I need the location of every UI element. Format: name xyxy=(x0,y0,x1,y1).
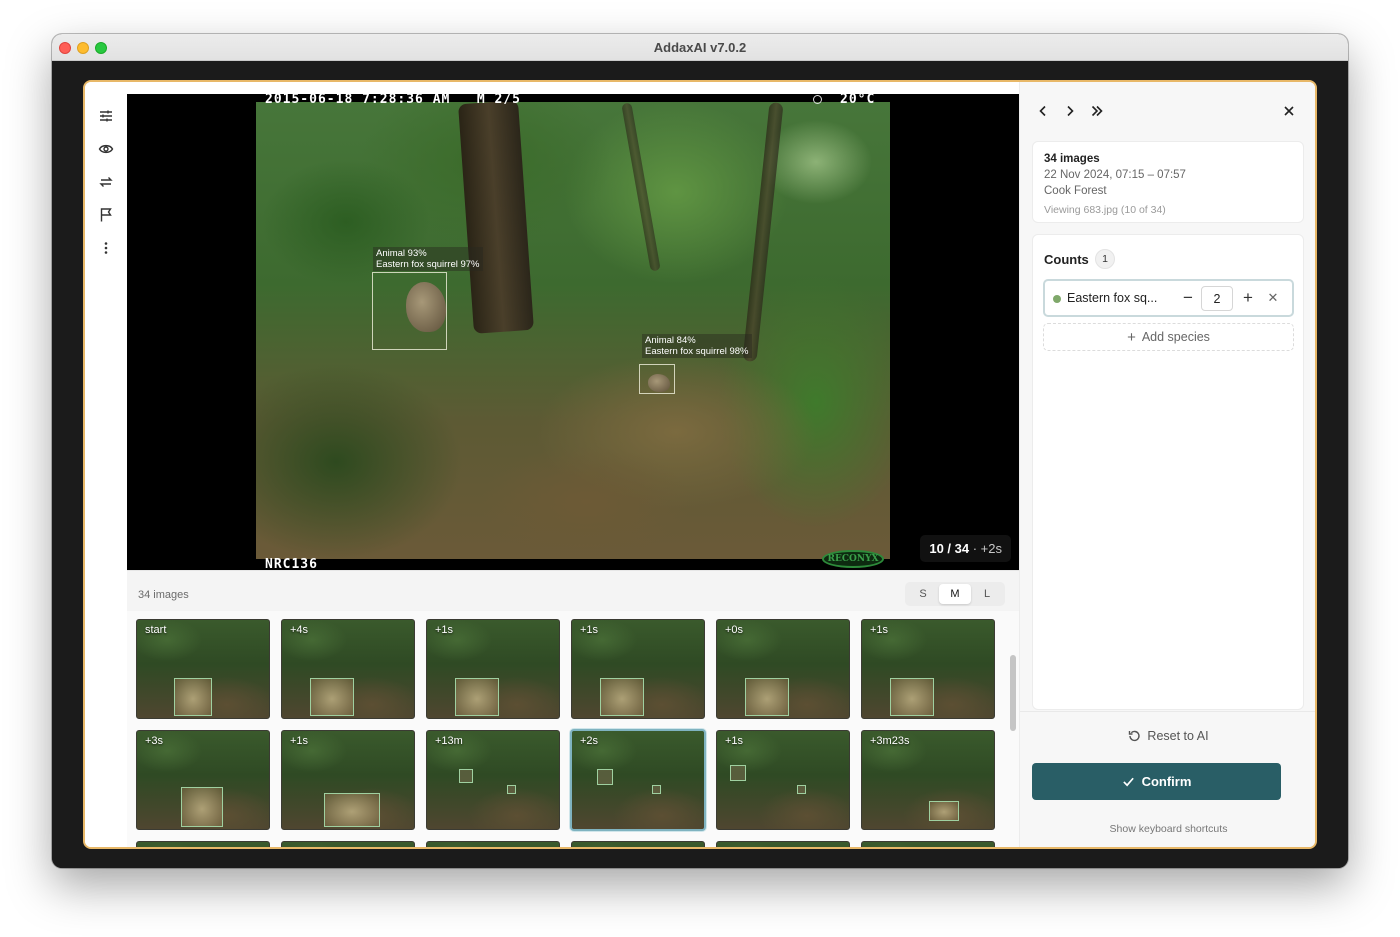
image-position: 10 / 34 xyxy=(929,541,970,556)
thumbnail[interactable]: +1s xyxy=(426,619,560,719)
flag-button[interactable] xyxy=(96,205,116,225)
size-large-button[interactable]: L xyxy=(971,584,1003,604)
window-title: AddaxAI v7.0.2 xyxy=(653,40,747,55)
app-window: AddaxAI v7.0.2 Animal 93% Eastern fox sq… xyxy=(52,34,1348,868)
close-button[interactable] xyxy=(1280,102,1298,120)
detection-box[interactable] xyxy=(639,364,675,394)
review-sidebar: 34 images 22 Nov 2024, 07:15 – 07:57 Coo… xyxy=(1019,82,1315,847)
detection-box[interactable] xyxy=(372,272,447,350)
skip-forward-button[interactable] xyxy=(1088,102,1106,120)
thumbnail[interactable] xyxy=(571,841,705,847)
tool-rail xyxy=(85,82,127,847)
titlebar: AddaxAI v7.0.2 xyxy=(52,34,1348,61)
thumbnail-selected[interactable]: +2s xyxy=(570,729,706,831)
next-button[interactable] xyxy=(1061,102,1079,120)
double-chevron-right-icon xyxy=(1091,105,1103,117)
size-medium-button[interactable]: M xyxy=(939,584,971,604)
chevron-left-icon xyxy=(1039,105,1046,117)
detection-label: Animal 84% Eastern fox squirrel 98% xyxy=(642,334,752,358)
thumbnail[interactable]: +1s xyxy=(281,730,415,830)
thumbnail[interactable]: +0s xyxy=(716,619,850,719)
review-modal: Animal 93% Eastern fox squirrel 97% Anim… xyxy=(83,80,1317,849)
camera-temperature: 20°C xyxy=(840,94,876,107)
reset-to-ai-button[interactable]: Reset to AI xyxy=(1032,722,1304,750)
counts-badge: 1 xyxy=(1095,249,1115,269)
swap-icon xyxy=(99,177,113,187)
thumbnail-grid: start +4s +1s +1s +0s +1s +3s +1s +13m +… xyxy=(127,611,1019,847)
quantity-stepper[interactable]: 2 xyxy=(1201,286,1233,311)
thumbnail[interactable]: +1s xyxy=(861,619,995,719)
thumbnail[interactable] xyxy=(861,841,995,847)
more-button[interactable] xyxy=(96,238,116,258)
filmstrip-header: 34 images S M L xyxy=(127,571,1019,611)
remove-species-button[interactable]: ✕ xyxy=(1263,288,1283,308)
thumbnail[interactable] xyxy=(716,841,850,847)
add-species-label: Add species xyxy=(1141,330,1210,344)
image-position-indicator: 10 / 34 · +2s xyxy=(920,535,1011,562)
previous-button[interactable] xyxy=(1034,102,1052,120)
counts-panel: Counts 1 Eastern fox sq... − 2 + ✕ + Add… xyxy=(1032,234,1304,710)
detection-label: Animal 93% Eastern fox squirrel 97% xyxy=(373,247,483,271)
increment-button[interactable]: + xyxy=(1237,287,1259,309)
decrement-button[interactable]: − xyxy=(1177,287,1199,309)
thumbnail[interactable]: +3m23s xyxy=(861,730,995,830)
plus-icon: + xyxy=(1127,328,1136,346)
reset-icon xyxy=(1129,730,1141,742)
confirm-label: Confirm xyxy=(1141,774,1192,789)
eye-icon xyxy=(98,144,114,154)
flag-icon xyxy=(100,208,112,222)
swap-button[interactable] xyxy=(96,172,116,192)
image-time-offset: · +2s xyxy=(972,541,1002,556)
divider xyxy=(1020,711,1315,712)
thumbnail[interactable]: +3s xyxy=(136,730,270,830)
reconyx-logo: RECONYX xyxy=(822,550,884,568)
date-range: 22 Nov 2024, 07:15 – 07:57 xyxy=(1044,169,1186,181)
keyboard-shortcuts-link[interactable]: Show keyboard shortcuts xyxy=(1020,823,1315,835)
image-count: 34 images xyxy=(1044,153,1100,165)
counts-title: Counts xyxy=(1044,252,1089,267)
thumbnail[interactable] xyxy=(281,841,415,847)
filmstrip: 34 images S M L start +4s +1s +1s +0s +1… xyxy=(127,570,1019,847)
image-viewer[interactable]: Animal 93% Eastern fox squirrel 97% Anim… xyxy=(127,94,1019,570)
location: Cook Forest xyxy=(1044,185,1107,197)
species-name: Eastern fox sq... xyxy=(1067,291,1158,305)
add-species-button[interactable]: + Add species xyxy=(1043,323,1294,351)
thumbnail[interactable] xyxy=(136,841,270,847)
thumbnail[interactable] xyxy=(426,841,560,847)
camera-trap-photo: Animal 93% Eastern fox squirrel 97% Anim… xyxy=(256,102,890,559)
thumbnail[interactable]: +1s xyxy=(571,619,705,719)
close-icon xyxy=(1284,106,1294,116)
sliders-icon xyxy=(100,110,112,122)
camera-timestamp: 2015-06-18 7:28:36 AM M 2/5 xyxy=(265,94,521,107)
size-small-button[interactable]: S xyxy=(907,584,939,604)
thumbnail[interactable]: start xyxy=(136,619,270,719)
species-row[interactable]: Eastern fox sq... − 2 + ✕ xyxy=(1043,279,1294,317)
reset-label: Reset to AI xyxy=(1147,729,1209,743)
thumbnail[interactable]: +4s xyxy=(281,619,415,719)
filmstrip-count: 34 images xyxy=(138,589,189,601)
filmstrip-scrollbar[interactable] xyxy=(1010,655,1016,731)
thumbnail-size-toggle: S M L xyxy=(905,582,1005,606)
sliders-button[interactable] xyxy=(96,106,116,126)
visibility-button[interactable] xyxy=(96,139,116,159)
thumbnail[interactable]: +1s xyxy=(716,730,850,830)
moon-phase-icon xyxy=(813,95,822,104)
species-color-dot xyxy=(1053,295,1061,303)
viewing-status: Viewing 683.jpg (10 of 34) xyxy=(1044,204,1166,216)
chevron-right-icon xyxy=(1067,105,1074,117)
confirm-button[interactable]: Confirm xyxy=(1032,763,1281,800)
thumbnail[interactable]: +13m xyxy=(426,730,560,830)
camera-id: NRC136 xyxy=(265,557,318,570)
sequence-info-card: 34 images 22 Nov 2024, 07:15 – 07:57 Coo… xyxy=(1032,141,1304,223)
more-vertical-icon xyxy=(104,242,108,254)
check-icon xyxy=(1122,777,1134,787)
